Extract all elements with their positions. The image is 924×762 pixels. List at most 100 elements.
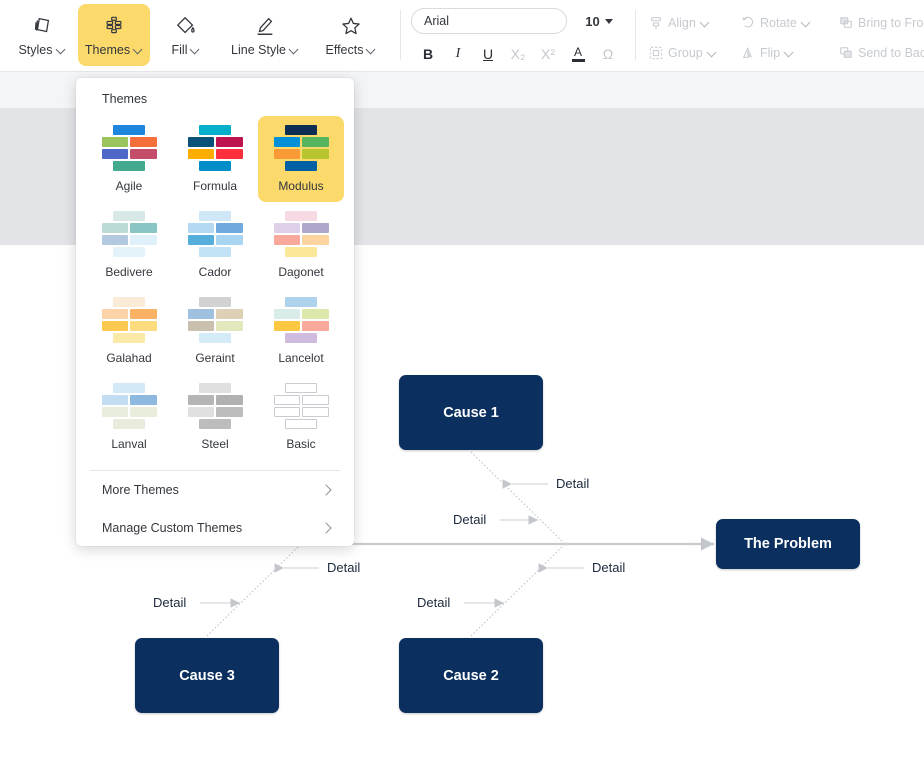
bring-to-front-button[interactable]: Bring to Front [838, 10, 924, 36]
detail-label[interactable]: Detail [327, 560, 360, 575]
swatch-row [188, 333, 243, 343]
detail-label[interactable]: Detail [153, 595, 186, 610]
swatch-bar [199, 297, 231, 307]
font-family-input[interactable] [411, 8, 567, 34]
detail-label[interactable]: Detail [556, 476, 589, 491]
swatch-row [102, 247, 157, 257]
node-the-problem[interactable]: The Problem [716, 519, 860, 569]
theme-option-cador[interactable]: Cador [172, 202, 258, 288]
chevron-down-icon [802, 18, 811, 27]
swatch-row [274, 211, 329, 221]
theme-option-geraint[interactable]: Geraint [172, 288, 258, 374]
theme-option-label: Basic [286, 437, 316, 451]
align-label: Align [668, 16, 696, 30]
rotate-label: Rotate [760, 16, 797, 30]
flip-button[interactable]: Flip [740, 40, 832, 66]
swatch-bar [302, 395, 329, 405]
align-button[interactable]: Align [648, 10, 734, 36]
italic-button[interactable]: I [443, 41, 473, 67]
chevron-down-icon [785, 48, 794, 57]
subscript-button[interactable]: X₂ [503, 41, 533, 67]
chevron-right-icon [320, 484, 332, 496]
underline-button[interactable]: U [473, 41, 503, 67]
swatch-bar [273, 223, 300, 233]
swatch-bar [187, 407, 214, 417]
line-style-label: Line Style [231, 43, 299, 57]
theme-option-modulus[interactable]: Modulus [258, 116, 344, 202]
line-style-icon [253, 13, 277, 39]
detail-label[interactable]: Detail [453, 512, 486, 527]
manage-custom-themes-label: Manage Custom Themes [102, 521, 243, 535]
swatch-bar [187, 137, 214, 147]
node-cause-1[interactable]: Cause 1 [399, 375, 543, 450]
send-to-back-button[interactable]: Send to Back [838, 40, 924, 66]
font-color-button[interactable]: A [563, 41, 593, 67]
swatch-row [187, 407, 243, 417]
swatch-row [101, 309, 157, 319]
swatch-bar [273, 395, 300, 405]
swatch-bar [113, 333, 145, 343]
manage-custom-themes-link[interactable]: Manage Custom Themes [76, 509, 354, 546]
swatch-row [102, 297, 157, 307]
line-style-button[interactable]: Line Style [222, 4, 308, 66]
swatch-bar [302, 235, 329, 245]
swatch-bar [113, 125, 145, 135]
theme-swatch [273, 383, 329, 430]
swatch-bar [130, 321, 157, 331]
bold-button[interactable]: B [413, 41, 443, 67]
swatch-bar [101, 223, 128, 233]
styles-button[interactable]: Styles [6, 4, 78, 66]
themes-label: Themes [85, 43, 143, 57]
theme-option-formula[interactable]: Formula [172, 116, 258, 202]
chevron-right-icon [320, 522, 332, 534]
swatch-bar [101, 137, 128, 147]
theme-option-lanval[interactable]: Lanval [86, 374, 172, 460]
swatch-bar [101, 321, 128, 331]
more-themes-link[interactable]: More Themes [76, 471, 354, 509]
themes-button[interactable]: Themes [78, 4, 150, 66]
theme-option-lancelot[interactable]: Lancelot [258, 288, 344, 374]
swatch-bar [302, 309, 329, 319]
arrange-tools-group: Align Rotate Bring to Front [648, 10, 924, 66]
theme-option-steel[interactable]: Steel [172, 374, 258, 460]
swatch-bar [302, 223, 329, 233]
swatch-bar [113, 161, 145, 171]
swatch-row [187, 395, 243, 405]
swatch-bar [302, 137, 329, 147]
swatch-bar [113, 297, 145, 307]
swatch-bar [216, 223, 243, 233]
node-cause-2[interactable]: Cause 2 [399, 638, 543, 713]
group-label: Group [668, 46, 703, 60]
theme-option-agile[interactable]: Agile [86, 116, 172, 202]
send-to-back-label: Send to Back [858, 46, 924, 60]
theme-swatch [101, 383, 157, 430]
swatch-row [102, 333, 157, 343]
swatch-bar [199, 161, 231, 171]
theme-option-basic[interactable]: Basic [258, 374, 344, 460]
theme-option-galahad[interactable]: Galahad [86, 288, 172, 374]
swatch-bar [216, 321, 243, 331]
swatch-row [187, 235, 243, 245]
node-cause-3[interactable]: Cause 3 [135, 638, 279, 713]
theme-option-dagonet[interactable]: Dagonet [258, 202, 344, 288]
chevron-down-icon [57, 45, 66, 54]
fill-button[interactable]: Fill [150, 4, 222, 66]
font-row: 10 [411, 8, 651, 34]
swatch-bar [285, 419, 317, 429]
font-size-select[interactable]: 10 [575, 8, 623, 34]
detail-label[interactable]: Detail [417, 595, 450, 610]
symbol-button[interactable]: Ω [593, 41, 623, 67]
swatch-row [274, 419, 329, 429]
swatch-bar [187, 321, 214, 331]
swatch-row [101, 321, 157, 331]
effects-button[interactable]: Effects [308, 4, 394, 66]
detail-label[interactable]: Detail [592, 560, 625, 575]
swatch-bar [187, 223, 214, 233]
rotate-button[interactable]: Rotate [740, 10, 832, 36]
chevron-down-icon [290, 45, 299, 54]
swatch-bar [273, 137, 300, 147]
swatch-row [102, 383, 157, 393]
group-button[interactable]: Group [648, 40, 734, 66]
theme-option-bedivere[interactable]: Bedivere [86, 202, 172, 288]
superscript-button[interactable]: X² [533, 41, 563, 67]
